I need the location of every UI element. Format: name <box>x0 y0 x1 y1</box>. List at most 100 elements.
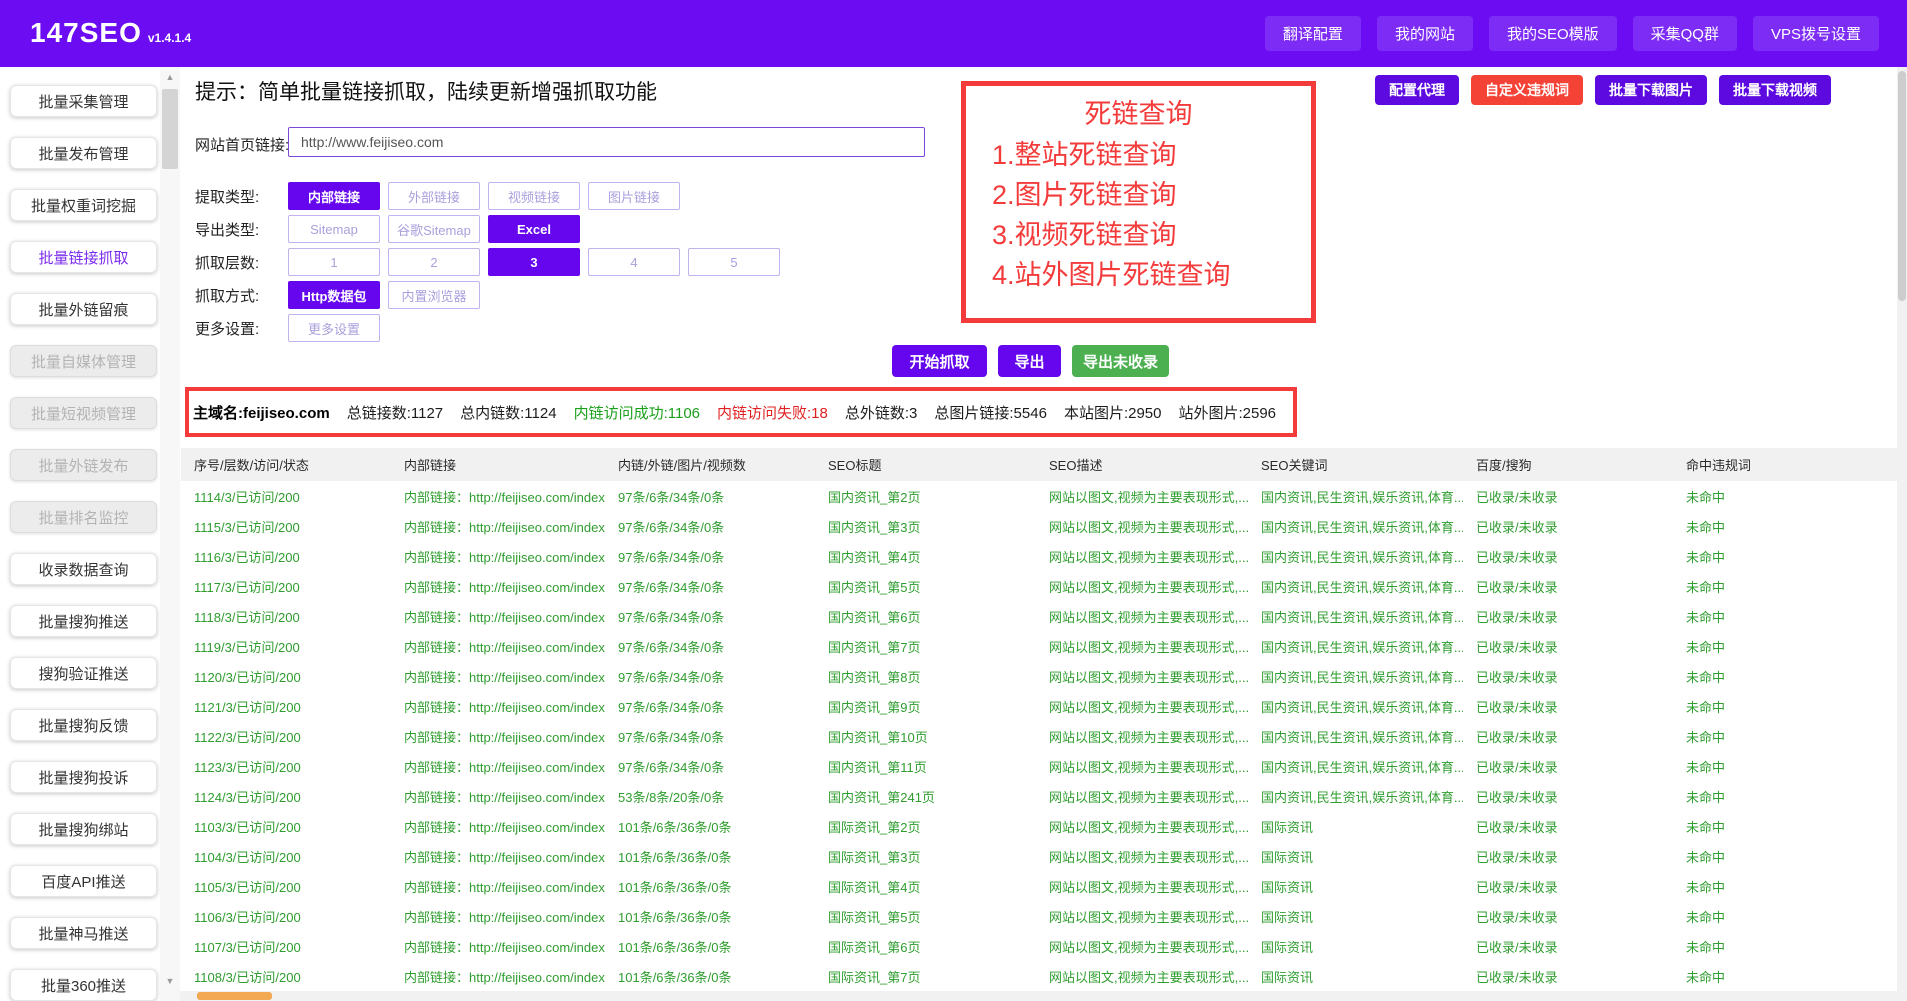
table-row[interactable]: 1104/3/已访问/200内部链接：http://feijiseo.com/i… <box>181 841 1897 871</box>
nav-item-2[interactable]: 我的网站 <box>1377 16 1473 51</box>
table-row[interactable]: 1124/3/已访问/200内部链接：http://feijiseo.com/i… <box>181 781 1897 811</box>
vertical-scroll-thumb[interactable] <box>162 89 178 169</box>
sidebar-item-1[interactable]: 批量采集管理 <box>10 85 157 117</box>
cell-seo-keywords: 国际资讯 <box>1248 841 1463 871</box>
action-button-2[interactable]: 导出 <box>998 345 1061 377</box>
option-button[interactable]: 1 <box>288 248 380 276</box>
nav-item-3[interactable]: 我的SEO模版 <box>1489 16 1617 51</box>
cell-violation: 未命中 <box>1673 901 1897 931</box>
sidebar-item-8: 批量外链发布 <box>10 449 157 481</box>
cell-violation: 未命中 <box>1673 721 1897 751</box>
cell-internal-link: 内部链接：http://feijiseo.com/index.ph| <box>391 931 605 961</box>
content-vertical-scrollbar[interactable]: ▲ ▼ <box>160 67 180 1001</box>
page-scroll-thumb[interactable] <box>1898 71 1906 301</box>
cell-seo-keywords: 国际资讯 <box>1248 901 1463 931</box>
scroll-up-icon[interactable]: ▲ <box>160 69 180 85</box>
table-row[interactable]: 1120/3/已访问/200内部链接：http://feijiseo.com/i… <box>181 661 1897 691</box>
cell-link-counts: 97条/6条/34条/0条 <box>605 661 815 691</box>
table-row[interactable]: 1114/3/已访问/200内部链接：http://feijiseo.com/i… <box>181 481 1897 511</box>
cell-violation: 未命中 <box>1673 661 1897 691</box>
cell-link-counts: 101条/6条/36条/0条 <box>605 931 815 961</box>
cell-index-status: 已收录/未收录 <box>1463 541 1673 571</box>
cell-seo-title: 国际资讯_第5页 <box>815 901 1036 931</box>
option-button[interactable]: 更多设置 <box>288 314 380 342</box>
cell-seq-status: 1106/3/已访问/200 <box>181 901 391 931</box>
cell-seq-status: 1108/3/已访问/200 <box>181 961 391 991</box>
crawl-stats-bar: 主域名:feijiseo.com总链接数:1127总内链数:1124内链访问成功… <box>185 387 1297 437</box>
sidebar-item-17[interactable]: 批量神马推送 <box>10 917 157 949</box>
cell-index-status: 已收录/未收录 <box>1463 661 1673 691</box>
cell-seo-title: 国内资讯_第8页 <box>815 661 1036 691</box>
sidebar-item-5[interactable]: 批量外链留痕 <box>10 293 157 325</box>
toolbar-button-4[interactable]: 批量下载视频 <box>1719 75 1831 105</box>
sidebar-item-3[interactable]: 批量权重词挖掘 <box>10 189 157 221</box>
option-button[interactable]: Http数据包 <box>288 281 380 309</box>
app-header: 147SEO v1.4.1.4 翻译配置我的网站我的SEO模版采集QQ群VPS拨… <box>0 0 1907 67</box>
option-button[interactable]: 内置浏览器 <box>388 281 480 309</box>
sidebar-item-18[interactable]: 批量360推送 <box>10 969 157 1001</box>
table-row[interactable]: 1118/3/已访问/200内部链接：http://feijiseo.com/i… <box>181 601 1897 631</box>
annotation-line-2: 2.图片死链查询 <box>992 175 1311 215</box>
toolbar-button-1[interactable]: 配置代理 <box>1375 75 1459 105</box>
nav-item-5[interactable]: VPS拨号设置 <box>1753 16 1879 51</box>
scroll-down-icon[interactable]: ▼ <box>160 973 180 989</box>
action-button-3[interactable]: 导出未收录 <box>1072 345 1169 377</box>
sidebar-item-14[interactable]: 批量搜狗投诉 <box>10 761 157 793</box>
sidebar-item-13[interactable]: 批量搜狗反馈 <box>10 709 157 741</box>
table-row[interactable]: 1108/3/已访问/200内部链接：http://feijiseo.com/i… <box>181 961 1897 991</box>
cell-violation: 未命中 <box>1673 631 1897 661</box>
option-button[interactable]: Sitemap <box>288 215 380 243</box>
table-row[interactable]: 1122/3/已访问/200内部链接：http://feijiseo.com/i… <box>181 721 1897 751</box>
sidebar-item-16[interactable]: 百度API推送 <box>10 865 157 897</box>
option-button[interactable]: 谷歌Sitemap <box>388 215 480 243</box>
table-row[interactable]: 1117/3/已访问/200内部链接：http://feijiseo.com/i… <box>181 571 1897 601</box>
cell-seo-keywords: 国内资讯,民生资讯,娱乐资讯,体育... <box>1248 481 1463 511</box>
homepage-url-input[interactable] <box>288 127 925 157</box>
horizontal-scroll-thumb[interactable] <box>197 992 272 1000</box>
toolbar-button-3[interactable]: 批量下载图片 <box>1595 75 1707 105</box>
table-row[interactable]: 1106/3/已访问/200内部链接：http://feijiseo.com/i… <box>181 901 1897 931</box>
cell-seo-keywords: 国内资讯,民生资讯,娱乐资讯,体育... <box>1248 661 1463 691</box>
sidebar-item-15[interactable]: 批量搜狗绑站 <box>10 813 157 845</box>
cell-violation: 未命中 <box>1673 481 1897 511</box>
option-button[interactable]: 2 <box>388 248 480 276</box>
table-row[interactable]: 1115/3/已访问/200内部链接：http://feijiseo.com/i… <box>181 511 1897 541</box>
option-button[interactable]: 5 <box>688 248 780 276</box>
horizontal-scrollbar[interactable] <box>180 991 1897 1001</box>
table-row[interactable]: 1105/3/已访问/200内部链接：http://feijiseo.com/i… <box>181 871 1897 901</box>
option-button[interactable]: 内部链接 <box>288 182 380 210</box>
sidebar-item-2[interactable]: 批量发布管理 <box>10 137 157 169</box>
cell-link-counts: 97条/6条/34条/0条 <box>605 601 815 631</box>
option-button[interactable]: Excel <box>488 215 580 243</box>
cell-internal-link: 内部链接：http://feijiseo.com/index.ph| <box>391 571 605 601</box>
cell-violation: 未命中 <box>1673 601 1897 631</box>
sidebar-item-12[interactable]: 搜狗验证推送 <box>10 657 157 689</box>
cell-seo-desc: 网站以图文,视频为主要表现形式,... <box>1036 511 1248 541</box>
table-row[interactable]: 1107/3/已访问/200内部链接：http://feijiseo.com/i… <box>181 931 1897 961</box>
option-button[interactable]: 4 <box>588 248 680 276</box>
form-row-label: 更多设置: <box>195 318 288 339</box>
page-vertical-scrollbar[interactable] <box>1897 67 1907 1001</box>
table-row[interactable]: 1103/3/已访问/200内部链接：http://feijiseo.com/i… <box>181 811 1897 841</box>
option-button[interactable]: 3 <box>488 248 580 276</box>
stat-item: 总链接数:1127 <box>347 402 443 423</box>
results-table-body: 1114/3/已访问/200内部链接：http://feijiseo.com/i… <box>181 481 1897 991</box>
action-button-1[interactable]: 开始抓取 <box>892 345 987 377</box>
cell-seo-desc: 网站以图文,视频为主要表现形式,... <box>1036 631 1248 661</box>
cell-seo-title: 国内资讯_第10页 <box>815 721 1036 751</box>
toolbar-button-2[interactable]: 自定义违规词 <box>1471 75 1583 105</box>
table-row[interactable]: 1119/3/已访问/200内部链接：http://feijiseo.com/i… <box>181 631 1897 661</box>
cell-seq-status: 1107/3/已访问/200 <box>181 931 391 961</box>
option-button[interactable]: 图片链接 <box>588 182 680 210</box>
table-row[interactable]: 1123/3/已访问/200内部链接：http://feijiseo.com/i… <box>181 751 1897 781</box>
nav-item-1[interactable]: 翻译配置 <box>1265 16 1361 51</box>
sidebar-item-11[interactable]: 批量搜狗推送 <box>10 605 157 637</box>
sidebar-item-10[interactable]: 收录数据查询 <box>10 553 157 585</box>
nav-item-4[interactable]: 采集QQ群 <box>1633 16 1737 51</box>
option-button[interactable]: 外部链接 <box>388 182 480 210</box>
table-row[interactable]: 1121/3/已访问/200内部链接：http://feijiseo.com/i… <box>181 691 1897 721</box>
table-row[interactable]: 1116/3/已访问/200内部链接：http://feijiseo.com/i… <box>181 541 1897 571</box>
option-button[interactable]: 视频链接 <box>488 182 580 210</box>
cell-violation: 未命中 <box>1673 571 1897 601</box>
sidebar-item-4[interactable]: 批量链接抓取 <box>10 241 157 273</box>
